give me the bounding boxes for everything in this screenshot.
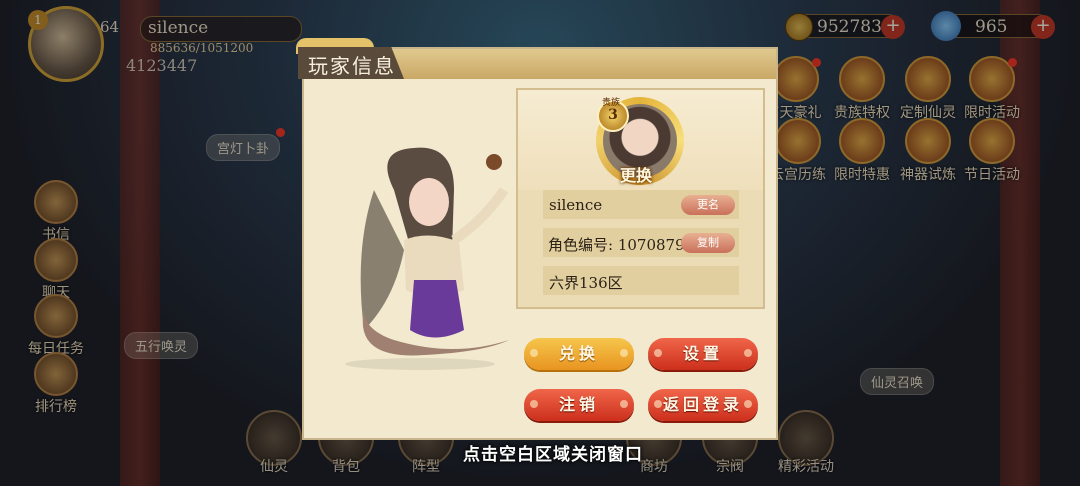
back-to-login-button[interactable]: 返回登录 [648,389,758,421]
character-illustration [360,147,509,356]
rename-button[interactable]: 更名 [681,195,735,215]
settings-button[interactable]: 设置 [648,338,758,370]
role-id-value: 角色编号: 10708791 [548,236,695,254]
change-avatar-button[interactable]: 更换 [620,162,652,186]
player-name-value: silence [549,196,603,214]
panel-title: 玩家信息 [308,54,396,78]
copy-id-button[interactable]: 复制 [681,233,735,253]
redeem-button[interactable]: 兑换 [524,338,634,370]
vip-caption: 贵族 [601,98,620,108]
close-hint: 点击空白区域关闭窗口 [463,445,643,465]
logout-button[interactable]: 注销 [524,389,634,421]
server-value: 六界136区 [549,274,623,292]
